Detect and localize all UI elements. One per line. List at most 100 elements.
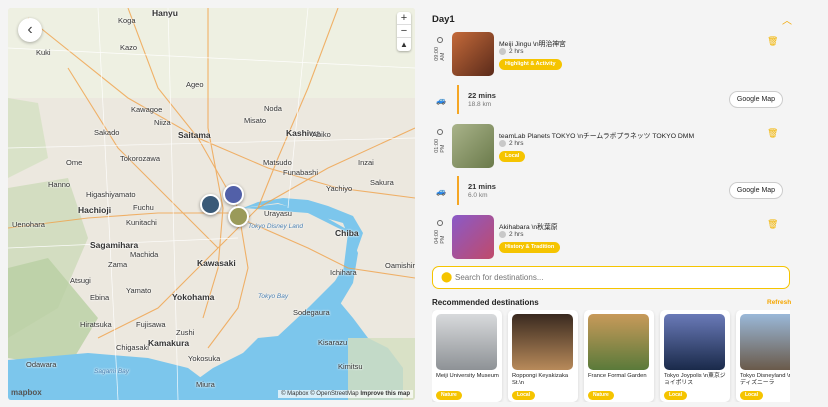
trash-icon[interactable]: 🗑 [767, 128, 778, 139]
item-tag: History & Tradition [499, 242, 561, 253]
city-label: Hanyu [152, 8, 178, 18]
city-label: Urayasu [264, 209, 292, 218]
city-label: Ichihara [330, 268, 357, 277]
destination-card[interactable]: France Formal Garden Nature [584, 310, 654, 402]
card-name: Meiji University Museum [436, 373, 499, 379]
city-label: Oamishirasato [385, 261, 415, 270]
travel-distance: 6.0 km [468, 192, 488, 199]
city-label: Ageo [186, 80, 204, 89]
city-label: Kimitsu [338, 362, 363, 371]
map-attribution: © Mapbox © OpenStreetMap Improve this ma… [278, 390, 413, 398]
city-label: Odawara [26, 360, 57, 369]
destination-card[interactable]: Meiji University Museum Nature [432, 310, 502, 402]
poi-label: Tokyo Disney Land [248, 223, 304, 230]
item-thumbnail [452, 215, 494, 259]
compass-button[interactable]: ▲ [397, 38, 411, 51]
card-image [588, 314, 649, 370]
clock-icon [437, 129, 443, 135]
city-label: Fuchu [133, 203, 154, 212]
item-duration: 2 hrs [499, 48, 523, 55]
item-title[interactable]: Meiji Jingu \n明治神宮 [499, 38, 566, 48]
trash-icon[interactable]: 🗑 [767, 219, 778, 230]
map-marker-meiji-jingu[interactable] [200, 194, 221, 215]
destination-card[interactable]: Tokyo Disneyland \n東京ディズニーラ Local [736, 310, 790, 402]
item-thumbnail [452, 32, 494, 76]
route-bar [457, 176, 459, 205]
item-title[interactable]: Akihabara \n秋葉原 [499, 221, 558, 231]
water-label: Tokyo Bay [258, 293, 289, 300]
city-label: Zushi [176, 328, 195, 337]
google-map-button[interactable]: Google Map [729, 182, 783, 199]
card-image [436, 314, 497, 370]
improve-map-link[interactable]: Improve this map [360, 391, 410, 397]
city-label: Koga [118, 16, 136, 25]
card-image [664, 314, 725, 370]
map-view[interactable]: Hanyu Koga Kuki Kazo Sakado Saitama Kash… [8, 8, 415, 400]
card-name: Tokyo Joypolis \n東京ジョイポリス [664, 373, 726, 386]
location-pin-icon: ⬤ [441, 272, 453, 283]
card-tag: Local [740, 391, 764, 400]
refresh-button[interactable]: Refresh [767, 299, 791, 306]
trash-icon[interactable]: 🗑 [767, 36, 778, 47]
travel-distance: 18.8 km [468, 101, 492, 108]
recommended-title: Recommended destinations [432, 298, 539, 307]
item-tag: Highlight & Activity [499, 59, 562, 70]
city-label: Hanno [48, 180, 71, 189]
item-time: 01:00 PM [434, 139, 446, 153]
card-image [512, 314, 573, 370]
back-button[interactable]: ‹ [18, 18, 42, 42]
chevron-up-icon[interactable]: ︿ [782, 12, 792, 27]
item-title[interactable]: teamLab Planets TOKYO \nチームラボプラネッツ TOKYO… [499, 130, 694, 140]
map-marker-teamlab[interactable] [228, 206, 249, 227]
route-bar [457, 85, 459, 114]
city-label: Miura [196, 380, 215, 389]
map-marker-akihabara[interactable] [223, 184, 244, 205]
search-input[interactable] [455, 271, 775, 284]
city-label: Atsugi [70, 276, 91, 285]
zoom-in-button[interactable]: + [397, 12, 411, 25]
clock-icon [437, 220, 443, 226]
card-tag: Nature [436, 391, 462, 400]
city-label: Chiba [335, 228, 359, 238]
city-label: Noda [264, 104, 282, 113]
item-time: 04:00 PM [434, 230, 446, 244]
city-label: Niiza [154, 118, 171, 127]
card-tag: Local [512, 391, 536, 400]
city-label: Ome [66, 158, 83, 167]
mapbox-logo[interactable]: mapbox [11, 388, 42, 397]
city-label: Abiko [312, 130, 331, 139]
duration-text: 2 hrs [509, 231, 524, 238]
travel-duration: 22 mins [468, 91, 496, 100]
city-label: Higashiyamato [86, 190, 136, 199]
city-label: Yachiyo [326, 184, 353, 193]
city-label: Kisarazu [318, 338, 348, 347]
car-icon: 🚙 [436, 96, 446, 105]
clock-icon [499, 140, 506, 147]
card-name: France Formal Garden [588, 373, 647, 379]
attribution-text[interactable]: © Mapbox © OpenStreetMap [281, 391, 359, 397]
city-label: Funabashi [283, 168, 319, 177]
destination-card[interactable]: Tokyo Joypolis \n東京ジョイポリス Local [660, 310, 730, 402]
city-label: Yokohama [172, 292, 215, 302]
destination-search[interactable]: ⬤ [432, 266, 790, 289]
zoom-out-button[interactable]: − [397, 25, 411, 38]
clock-icon [499, 48, 506, 55]
recommended-list: Meiji University Museum Nature Roppongi … [432, 310, 790, 402]
city-label: Chigasaki [116, 343, 149, 352]
city-label: Fujisawa [136, 320, 166, 329]
city-label: Machida [130, 250, 159, 259]
car-icon: 🚙 [436, 187, 446, 196]
chevron-left-icon: ‹ [27, 21, 33, 38]
day-title: Day1 [432, 14, 455, 25]
itinerary-panel: Day1 ︿ 09:00 AM Meiji Jingu \n明治神宮 2 hrs… [426, 0, 828, 407]
city-label: Kawasaki [197, 258, 236, 268]
duration-text: 2 hrs [509, 48, 524, 55]
city-label: Sagamihara [90, 240, 139, 250]
water-label: Sagami Bay [94, 368, 130, 375]
city-label: Kazo [120, 43, 138, 52]
zoom-controls: + − ▲ [397, 12, 411, 51]
city-label: Saitama [178, 130, 211, 140]
destination-card[interactable]: Roppongi Keyakizaka St.\n Local [508, 310, 578, 402]
google-map-button[interactable]: Google Map [729, 91, 783, 108]
clock-icon [499, 231, 506, 238]
